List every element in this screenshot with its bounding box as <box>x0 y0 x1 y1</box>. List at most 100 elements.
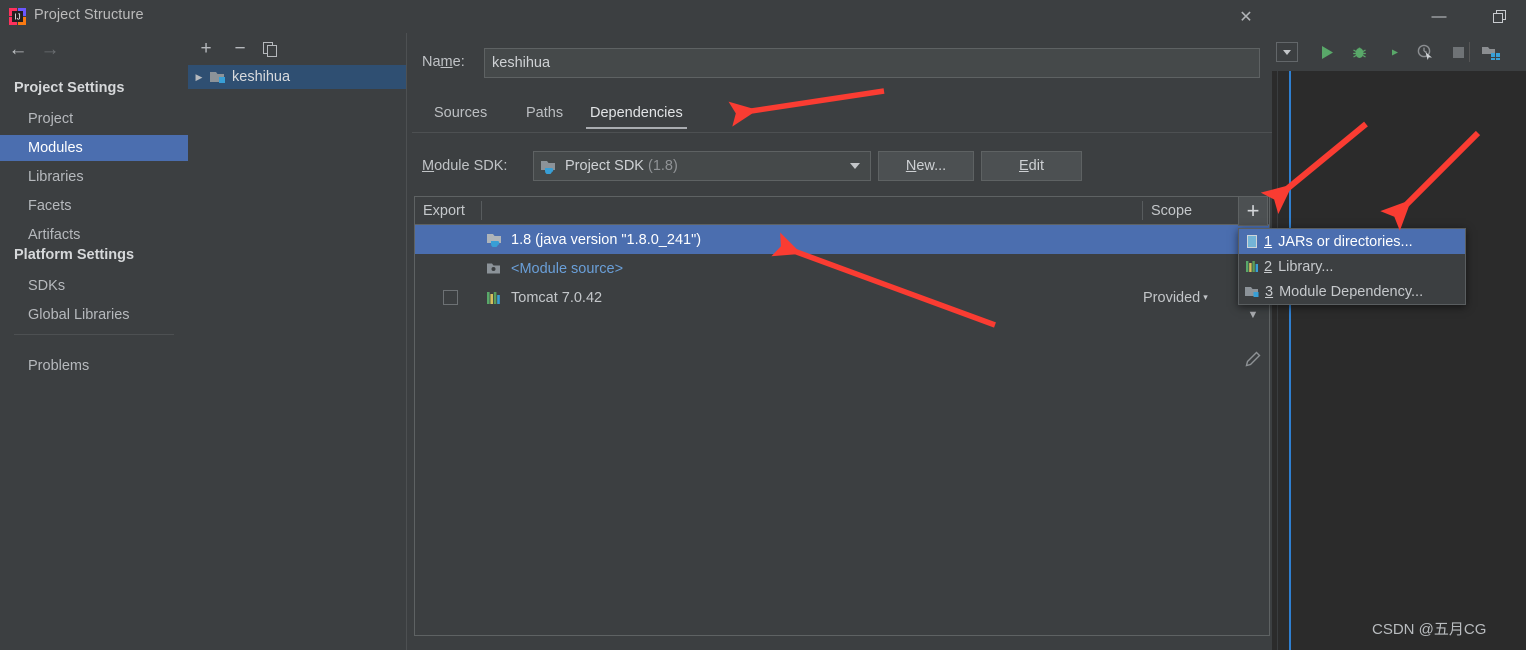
module-tabs: Sources Paths Dependencies <box>412 95 1272 131</box>
remove-module-button[interactable]: − <box>228 37 252 61</box>
coverage-icon <box>1384 45 1398 59</box>
module-folder-icon <box>1482 46 1500 60</box>
watermark-text: CSDN @五月CG <box>1372 621 1487 638</box>
tab-label: Dependencies <box>590 105 683 121</box>
sidebar-item-label: Libraries <box>28 169 84 185</box>
module-tree-toolbar: + − <box>188 33 406 65</box>
table-row[interactable]: 1.8 (java version "1.8.0_241") <box>415 225 1269 254</box>
restore-icon <box>1492 10 1506 23</box>
module-folder-icon <box>210 72 225 83</box>
forward-arrow-icon: → <box>40 39 60 60</box>
back-arrow-icon: ← <box>8 39 28 60</box>
menu-item-library[interactable]: 2 Library... <box>1239 254 1465 279</box>
tab-paths[interactable]: Paths <box>516 95 573 131</box>
screen-root: — CSDN @五月CG IJ Project Structure ✕ ← → … <box>0 0 1526 650</box>
chevron-down-icon: ▼ <box>1247 309 1259 321</box>
tab-dependencies[interactable]: Dependencies <box>580 95 693 131</box>
menu-item-number: 1 <box>1264 233 1273 250</box>
pencil-icon <box>1245 351 1261 367</box>
sidebar-group-project-settings: Project Settings <box>14 80 125 96</box>
add-dependency-button[interactable]: + <box>1238 196 1268 226</box>
svg-text:IJ: IJ <box>14 13 20 22</box>
jdk-icon <box>541 160 555 174</box>
module-sdk-value: Project SDK <box>565 158 644 174</box>
panel-splitter-line <box>406 33 407 650</box>
minus-icon: − <box>234 38 246 59</box>
edit-sdk-button[interactable]: Edit <box>981 151 1082 181</box>
sidebar-item-label: Problems <box>28 358 90 374</box>
debug-icon[interactable] <box>1346 33 1372 71</box>
new-sdk-button[interactable]: New... <box>878 151 974 181</box>
dependencies-table: Export Scope 1.8 (java version "1.8.0_24… <box>414 196 1270 636</box>
name-label: Name: <box>422 54 465 70</box>
table-row[interactable]: <Module source> <box>415 254 1269 283</box>
sidebar-item-problems[interactable]: Problems <box>0 353 188 379</box>
sidebar-item-libraries[interactable]: Libraries <box>0 164 188 190</box>
chevron-down-icon <box>850 163 860 169</box>
ide-panel-accent-line <box>1289 71 1291 650</box>
edit-button[interactable] <box>1238 344 1268 374</box>
sidebar-item-label: Project <box>28 111 74 127</box>
module-tree-panel: + − ▶ keshihua <box>188 33 406 650</box>
tree-node-keshihua[interactable]: ▶ keshihua <box>188 65 406 89</box>
project-structure-icon[interactable] <box>1478 33 1504 71</box>
forward-button[interactable]: → <box>36 38 64 62</box>
module-name-input[interactable] <box>484 48 1260 78</box>
ide-panel-edge <box>1277 71 1278 650</box>
chevron-down-icon: ▾ <box>1203 292 1208 302</box>
tab-sources[interactable]: Sources <box>424 95 497 131</box>
table-row[interactable]: Tomcat 7.0.42 Provided ▾ <box>415 283 1269 312</box>
library-icon <box>487 291 500 304</box>
intellij-logo-icon: IJ <box>9 8 26 25</box>
menu-item-module-dependency[interactable]: 3 Module Dependency... <box>1239 279 1465 304</box>
close-icon: ✕ <box>1239 9 1253 26</box>
restore-button[interactable] <box>1478 0 1520 33</box>
run-config-dropdown[interactable] <box>1274 33 1300 71</box>
expand-caret-icon[interactable]: ▶ <box>188 72 210 83</box>
table-cell-scope[interactable]: Provided ▾ <box>1143 290 1208 306</box>
sidebar-item-global-libraries[interactable]: Global Libraries <box>0 302 188 328</box>
module-sdk-version: (1.8) <box>647 158 678 174</box>
dialog-title: Project Structure <box>34 7 144 23</box>
project-structure-dialog: IJ Project Structure ✕ ← → Project Setti… <box>0 0 1466 650</box>
column-header-scope[interactable]: Scope <box>1151 197 1192 224</box>
minimize-button[interactable]: — <box>1418 0 1460 33</box>
tab-label: Sources <box>434 105 488 121</box>
tree-node-label: keshihua <box>232 69 291 85</box>
plus-icon: + <box>1246 198 1260 223</box>
profile-icon[interactable] <box>1412 33 1438 71</box>
profiler-clock-icon <box>1417 44 1432 60</box>
add-module-button[interactable]: + <box>194 37 218 61</box>
copy-module-button[interactable] <box>258 37 282 61</box>
menu-item-label: Module Dependency... <box>1279 283 1424 300</box>
bug-icon <box>1352 47 1366 58</box>
sidebar-item-artifacts[interactable]: Artifacts <box>0 222 188 248</box>
settings-sidebar: ← → Project Settings Project Modules Lib… <box>0 33 188 650</box>
sidebar-item-label: Modules <box>28 140 83 156</box>
ide-background <box>1270 0 1526 650</box>
close-button[interactable]: ✕ <box>1232 5 1260 29</box>
sidebar-divider <box>14 334 174 335</box>
column-separator[interactable] <box>481 201 482 220</box>
run-coverage-icon[interactable] <box>1379 33 1405 71</box>
run-icon[interactable] <box>1314 33 1340 71</box>
menu-item-label: Library... <box>1278 258 1334 275</box>
column-header-export[interactable]: Export <box>423 197 465 224</box>
back-button[interactable]: ← <box>4 38 32 62</box>
module-sdk-row: Module SDK: Project SDK (1.8) New... Edi… <box>412 151 1272 185</box>
column-separator[interactable] <box>1142 201 1143 220</box>
sidebar-item-sdks[interactable]: SDKs <box>0 273 188 299</box>
tabs-underline <box>412 132 1272 133</box>
module-sdk-combobox[interactable]: Project SDK (1.8) <box>533 151 871 181</box>
toolbar-separator <box>1469 42 1470 62</box>
stop-icon[interactable] <box>1445 33 1471 71</box>
minimize-icon: — <box>1431 8 1447 25</box>
menu-item-number: 3 <box>1265 283 1274 300</box>
sidebar-item-facets[interactable]: Facets <box>0 193 188 219</box>
sidebar-item-project[interactable]: Project <box>0 106 188 132</box>
menu-item-jars-or-directories[interactable]: 1 JARs or directories... <box>1239 229 1465 254</box>
scope-value: Provided <box>1143 289 1201 306</box>
sidebar-item-modules[interactable]: Modules <box>0 135 188 161</box>
nav-arrows: ← → <box>0 33 188 66</box>
export-checkbox[interactable] <box>443 290 458 305</box>
